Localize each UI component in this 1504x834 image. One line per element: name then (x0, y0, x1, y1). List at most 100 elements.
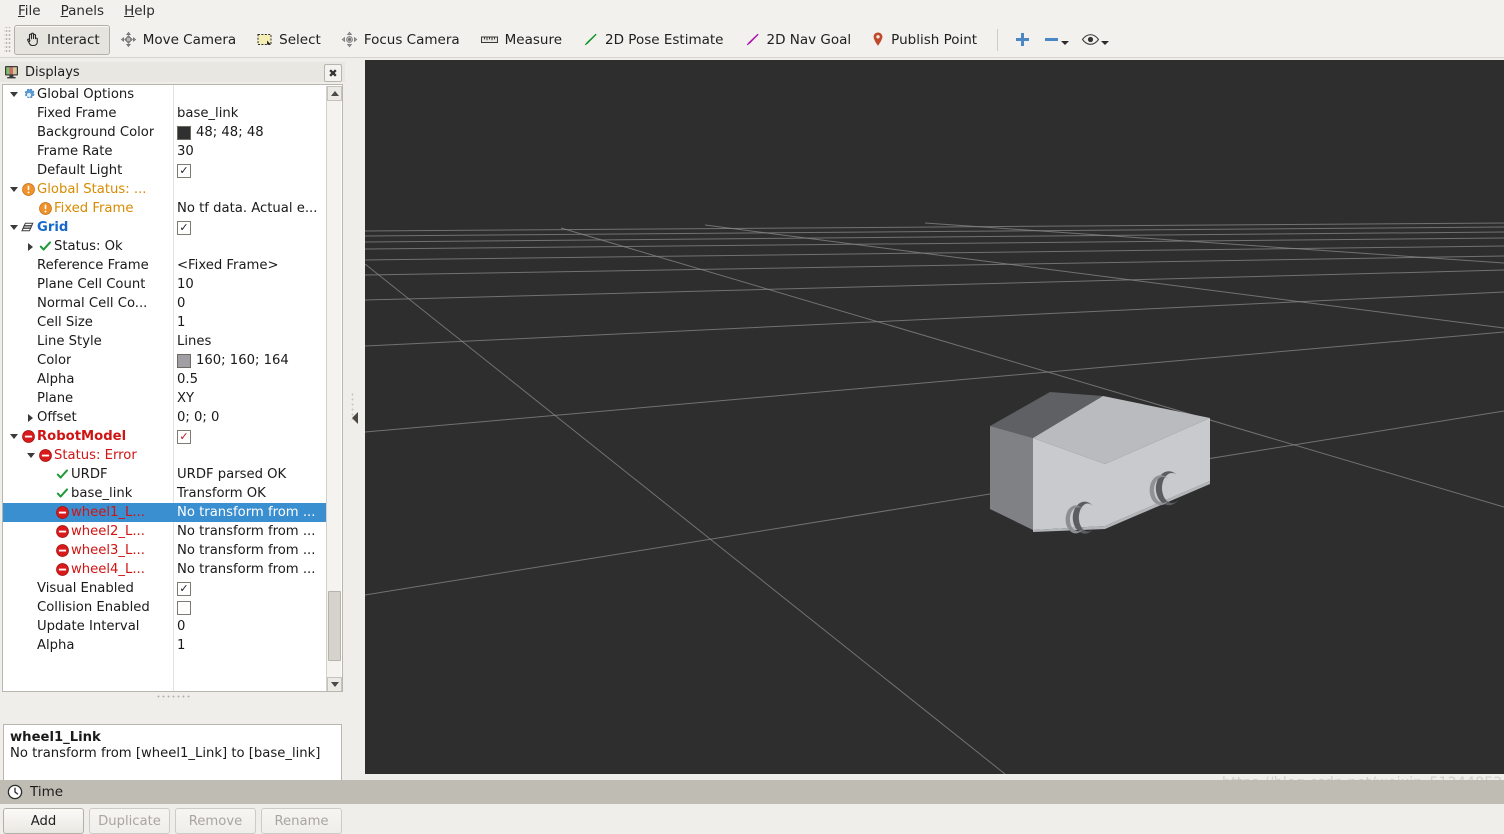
tool-select[interactable]: Select (246, 25, 331, 55)
tree-row-value-cell[interactable]: <Fixed Frame> (173, 258, 327, 273)
color-swatch[interactable] (177, 126, 191, 140)
close-icon[interactable]: ✖ (324, 64, 342, 82)
color-swatch[interactable] (177, 354, 191, 368)
tree-row[interactable]: Normal Cell Co...0 (3, 294, 327, 313)
tree-row-value-cell[interactable]: URDF parsed OK (173, 467, 327, 482)
tree-row[interactable]: wheel1_L...No transform from ... (3, 503, 327, 522)
tree-row[interactable]: Grid✓ (3, 218, 327, 237)
expander-open-icon[interactable] (7, 187, 20, 192)
scroll-up-button[interactable] (327, 86, 342, 101)
tree-row[interactable]: Status: Error (3, 446, 327, 465)
expander-closed-icon[interactable] (24, 414, 37, 422)
tree-row[interactable]: Fixed Framebase_link (3, 104, 327, 123)
tree-row[interactable]: PlaneXY (3, 389, 327, 408)
toolbar-grip[interactable] (4, 27, 11, 53)
tree-row[interactable]: Background Color48; 48; 48 (3, 123, 327, 142)
tree-row[interactable]: Reference Frame<Fixed Frame> (3, 256, 327, 275)
remove-button[interactable]: Remove (175, 808, 256, 834)
tree-row[interactable]: RobotModel✓ (3, 427, 327, 446)
tree-row-value-cell[interactable]: 10 (173, 277, 327, 292)
tree-row-value-cell[interactable]: No transform from ... (173, 505, 327, 520)
tree-row-value-cell[interactable] (173, 601, 327, 615)
tree-row[interactable]: wheel2_L...No transform from ... (3, 522, 327, 541)
tree-row-value-cell[interactable]: 48; 48; 48 (173, 125, 327, 140)
tree-row-value-cell[interactable]: No transform from ... (173, 543, 327, 558)
tree-row[interactable]: Global Status: ... (3, 180, 327, 199)
render-viewport[interactable] (365, 60, 1504, 774)
tree-row-value-cell[interactable]: 30 (173, 144, 327, 159)
tree-row-value-cell[interactable]: ✓ (173, 582, 327, 596)
tool-focus-camera[interactable]: Focus Camera (331, 25, 470, 55)
expander-open-icon[interactable] (24, 453, 37, 458)
tree-row[interactable]: Cell Size1 (3, 313, 327, 332)
tree-row-value-cell[interactable]: 1 (173, 638, 327, 653)
tree-row[interactable]: Global Options (3, 85, 327, 104)
dock-splitter[interactable] (345, 62, 365, 774)
view-toggle-button[interactable] (1075, 31, 1115, 48)
tree-row-value-cell[interactable]: No transform from ... (173, 562, 327, 577)
tree-row[interactable]: Collision Enabled (3, 598, 327, 617)
checkbox[interactable]: ✓ (177, 164, 191, 178)
tool-2d-pose-estimate[interactable]: 2D Pose Estimate (572, 25, 733, 55)
tree-row[interactable]: Color160; 160; 164 (3, 351, 327, 370)
checkbox[interactable]: ✓ (177, 430, 191, 444)
dock-horizontal-splitter[interactable] (2, 692, 343, 700)
tree-row-value-cell[interactable]: ✓ (173, 221, 327, 235)
tree-row[interactable]: Alpha0.5 (3, 370, 327, 389)
expander-open-icon[interactable] (7, 225, 20, 230)
chevron-down-icon-2[interactable] (1101, 41, 1109, 45)
tool-publish-point[interactable]: Publish Point (861, 25, 987, 55)
menu-help[interactable]: Help (114, 1, 165, 21)
tree-row[interactable]: Status: Ok (3, 237, 327, 256)
displays-tree[interactable]: Global OptionsFixed Framebase_linkBackgr… (2, 84, 343, 692)
tool-move-camera[interactable]: Move Camera (110, 25, 246, 55)
expander-open-icon[interactable] (7, 434, 20, 439)
tool-interact[interactable]: Interact (14, 25, 110, 55)
tree-row[interactable]: URDFURDF parsed OK (3, 465, 327, 484)
add-button[interactable]: Add (3, 808, 84, 834)
tree-row-value-cell[interactable]: ✓ (173, 164, 327, 178)
tree-row-value-cell[interactable]: Lines (173, 334, 327, 349)
tree-row[interactable]: wheel4_L...No transform from ... (3, 560, 327, 579)
tree-row[interactable]: Line StyleLines (3, 332, 327, 351)
tree-row-value-cell[interactable]: ✓ (173, 430, 327, 444)
tree-row[interactable]: base_linkTransform OK (3, 484, 327, 503)
expander-open-icon[interactable] (7, 92, 20, 97)
tree-row[interactable]: Alpha1 (3, 636, 327, 655)
tree-row-value-cell[interactable]: No tf data. Actual e... (173, 201, 327, 216)
tree-row[interactable]: Default Light✓ (3, 161, 327, 180)
tree-row[interactable]: Update Interval0 (3, 617, 327, 636)
tool-2d-nav-goal[interactable]: 2D Nav Goal (734, 25, 862, 55)
tree-row-value-cell[interactable]: 1 (173, 315, 327, 330)
tree-row[interactable]: Offset0; 0; 0 (3, 408, 327, 427)
expander-closed-icon[interactable] (24, 243, 37, 251)
tree-row-value-cell[interactable]: 160; 160; 164 (173, 353, 327, 368)
tree-row[interactable]: Visual Enabled✓ (3, 579, 327, 598)
scrollbar-thumb[interactable] (328, 591, 341, 661)
rename-button[interactable]: Rename (261, 808, 342, 834)
tree-row-value-cell[interactable]: base_link (173, 106, 327, 121)
menu-file[interactable]: File (8, 1, 51, 21)
duplicate-button[interactable]: Duplicate (89, 808, 170, 834)
menu-panels[interactable]: Panels (51, 1, 114, 21)
tree-row-value-cell[interactable]: 0 (173, 619, 327, 634)
tree-row-value-cell[interactable]: XY (173, 391, 327, 406)
zoom-out-button[interactable] (1037, 31, 1075, 48)
checkbox[interactable]: ✓ (177, 221, 191, 235)
tree-row-value-cell[interactable]: No transform from ... (173, 524, 327, 539)
tree-row-value-cell[interactable]: Transform OK (173, 486, 327, 501)
checkbox[interactable]: ✓ (177, 582, 191, 596)
tree-row[interactable]: Fixed FrameNo tf data. Actual e... (3, 199, 327, 218)
tree-row[interactable]: Plane Cell Count10 (3, 275, 327, 294)
checkbox[interactable] (177, 601, 191, 615)
chevron-down-icon[interactable] (1061, 41, 1069, 45)
zoom-in-button[interactable] (1008, 31, 1037, 48)
tree-row-value-cell[interactable]: 0 (173, 296, 327, 311)
tree-row[interactable]: Frame Rate30 (3, 142, 327, 161)
displays-tree-scrollbar[interactable] (326, 86, 341, 692)
scroll-down-button[interactable] (327, 677, 342, 692)
tree-row[interactable]: wheel3_L...No transform from ... (3, 541, 327, 560)
tree-row-value-cell[interactable]: 0; 0; 0 (173, 410, 327, 425)
tool-measure[interactable]: Measure (470, 25, 572, 55)
tree-row-value-cell[interactable]: 0.5 (173, 372, 327, 387)
